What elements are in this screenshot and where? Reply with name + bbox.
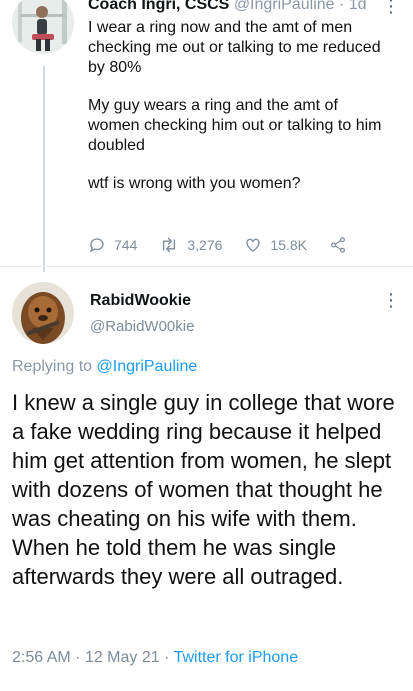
reply-metadata: 2:56 AM · 12 May 21 · Twitter for iPhone xyxy=(12,649,298,667)
reply-count: 744 xyxy=(114,237,138,253)
meta-separator: · xyxy=(75,649,81,666)
parent-action-bar: 744 3,276 15.8K xyxy=(88,234,388,256)
reply-tweet-text: I knew a single guy in college that wore… xyxy=(12,390,395,589)
meta-separator: · xyxy=(164,649,170,666)
parent-paragraph: I wear a ring now and the amt of men che… xyxy=(88,19,381,76)
share-icon xyxy=(331,237,345,253)
like-button[interactable]: 15.8K xyxy=(244,236,307,254)
retweet-count: 3,276 xyxy=(187,237,223,253)
parent-tweet-text: I wear a ring now and the amt of men che… xyxy=(88,18,393,212)
parent-avatar[interactable] xyxy=(12,0,74,54)
parent-paragraph: wtf is wrong with you women? xyxy=(88,175,301,192)
parent-more-icon[interactable]: ⋮ xyxy=(382,0,400,17)
reply-date[interactable]: 12 May 21 xyxy=(85,649,160,666)
reply-display-name[interactable]: RabidWookie xyxy=(90,292,191,310)
reply-more-icon[interactable]: ⋮ xyxy=(382,290,400,311)
reply-avatar[interactable] xyxy=(12,282,74,344)
parent-time[interactable]: 1d xyxy=(349,0,367,13)
client-link[interactable]: Twitter for iPhone xyxy=(174,649,299,666)
like-count: 15.8K xyxy=(270,237,307,253)
parent-display-name[interactable]: Coach Ingri, CSCS xyxy=(88,0,229,13)
parent-paragraph: My guy wears a ring and the amt of women… xyxy=(88,97,382,154)
thread-line xyxy=(43,66,45,272)
reply-icon xyxy=(89,238,104,253)
share-button[interactable] xyxy=(329,236,355,254)
retweet-button[interactable]: 3,276 xyxy=(159,236,222,254)
reply-handle[interactable]: @RabidW00kie xyxy=(90,318,194,335)
wookie-avatar-icon xyxy=(12,282,74,344)
replying-to: Replying to @IngriPauline xyxy=(12,358,197,376)
reply-button[interactable]: 744 xyxy=(88,236,137,254)
retweet-icon xyxy=(163,237,176,253)
parent-separator: · xyxy=(334,0,349,13)
parent-author-line[interactable]: Coach Ingri, CSCS @IngriPauline · 1d xyxy=(88,0,367,14)
heart-icon xyxy=(246,238,261,252)
replying-prefix: Replying to xyxy=(12,358,93,375)
reply-time[interactable]: 2:56 AM xyxy=(12,649,71,666)
tweet-divider xyxy=(0,266,413,267)
parent-handle[interactable]: @IngriPauline xyxy=(234,0,335,13)
gym-photo-icon xyxy=(12,0,74,54)
replying-to-link[interactable]: @IngriPauline xyxy=(97,358,198,375)
